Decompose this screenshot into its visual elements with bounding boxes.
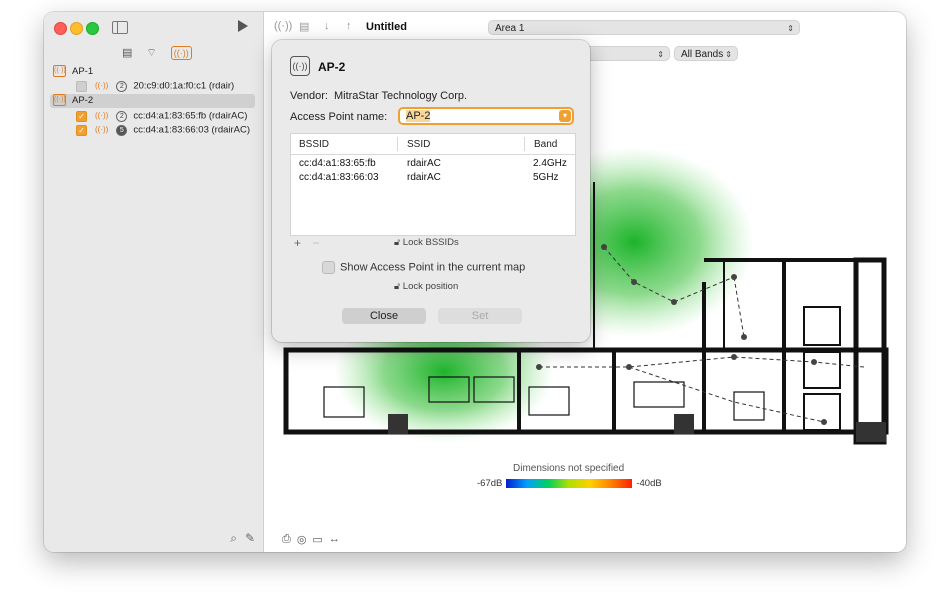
search-icon[interactable]: ⌕ [230, 531, 237, 546]
tree-item-ap2[interactable]: ((·)) AP-2 [50, 94, 255, 108]
ruler-icon[interactable]: ▭ [312, 533, 322, 546]
lock-bssids-label: Lock BSSIDs [402, 237, 459, 248]
lock-position-label: Lock position [402, 281, 459, 292]
channel-badge: 2 [116, 110, 128, 122]
chevron-updown-icon: ⇕ [657, 50, 664, 59]
router-icon[interactable]: ▤ [122, 47, 132, 59]
legend-min-label: -67dB [477, 478, 503, 489]
play-icon[interactable] [238, 20, 248, 32]
chevron-updown-icon: ⇕ [725, 50, 732, 59]
tree-item-bssid[interactable]: ✓ ((·)) 2 cc:d4:a1:83:65:fb (rdairAC) [50, 109, 255, 123]
column-header-bssid[interactable]: BSSID [299, 139, 329, 150]
table-row[interactable]: cc:d4:a1:83:65:fb rdairAC 2.4GHz [291, 158, 575, 172]
tree-item-label: cc:d4:a1:83:66:03 (rdairAC) [133, 124, 251, 136]
access-point-icon: ((·)) [53, 65, 66, 78]
channel-badge: 2 [116, 80, 128, 92]
arrow-down-icon[interactable]: ↓ [324, 20, 330, 32]
area-select-value: Area 1 [495, 23, 525, 34]
band-select[interactable]: All Bands ⇕ [674, 46, 738, 61]
wifi-icon[interactable]: ⌔ [146, 47, 156, 59]
arrow-up-icon[interactable]: ↑ [346, 20, 352, 32]
legend-gradient-bar [506, 479, 633, 488]
ssid-cell: rdairAC [407, 172, 441, 183]
dimensions-label: Dimensions not specified [513, 463, 625, 474]
sidebar: ▤ ⌔ ((·)) ((·)) AP-1 ((·)) 2 20:c9:d0:1a:f0… [44, 12, 264, 552]
ap-name-label: Access Point name: [290, 111, 388, 123]
vendor-value: MitraStar Technology Corp. [333, 90, 468, 102]
band-select-value: All Bands [681, 49, 724, 60]
tree-item-label: 20:c9:d0:1a:f0:c1 (rdair) [133, 80, 235, 92]
camera-icon[interactable]: ◎ [297, 533, 307, 546]
table-actions: + − [294, 236, 319, 250]
vendor-row: Vendor: MitraStar Technology Corp. [290, 90, 467, 102]
tree-item-bssid[interactable]: ✓ ((·)) 5 cc:d4:a1:83:66:03 (rdairAC) [50, 123, 255, 137]
chevron-down-icon[interactable]: ▾ [559, 110, 571, 122]
bssid-checkbox[interactable]: ✓ [76, 124, 87, 136]
router-icon[interactable]: ▤ [299, 20, 309, 33]
signal-legend: -67dB -40dB [477, 478, 662, 489]
band-cell: 5GHz [533, 172, 559, 183]
table-header: BSSID SSID Band [291, 134, 575, 155]
bssid-cell: cc:d4:a1:83:65:fb [299, 158, 376, 169]
legend-max-label: -40dB [636, 478, 662, 489]
pencil-icon[interactable]: ✎ [245, 531, 255, 546]
add-bssid-button[interactable]: + [294, 236, 301, 250]
ap-name-field[interactable]: AP-2 ▾ [398, 107, 574, 125]
ssid-cell: rdairAC [407, 158, 441, 169]
sidebar-view-segment: ▤ ⌔ ((·)) [122, 46, 192, 60]
lock-bssids-toggle[interactable]: 🔓︎ Lock BSSIDs [394, 237, 459, 248]
signal-icon: ((·)) [95, 125, 109, 134]
access-point-icon: ((·)) [290, 56, 310, 76]
channel-badge: 5 [116, 124, 128, 136]
show-in-map-label: Show Access Point in the current map [340, 261, 526, 274]
close-button[interactable]: Close [342, 308, 426, 324]
lock-position-toggle[interactable]: 🔓︎ Lock position [394, 281, 458, 292]
signal-icon: ((·)) [95, 81, 109, 90]
band-cell: 2.4GHz [533, 158, 567, 169]
vendor-label: Vendor: [290, 90, 328, 102]
sidebar-toggle-icon[interactable] [112, 21, 128, 34]
show-in-map-checkbox[interactable] [322, 261, 335, 274]
access-point-icon: ((·)) [53, 94, 66, 107]
column-separator [524, 137, 525, 151]
resize-icon[interactable]: ↔ [329, 533, 340, 546]
lock-icon: 🔓︎ [394, 281, 401, 292]
tree-item-bssid[interactable]: ((·)) 2 20:c9:d0:1a:f0:c1 (rdair) [50, 79, 255, 93]
sidebar-bottom-bar: ⌕ ✎ [230, 531, 255, 546]
bssid-checkbox[interactable]: ✓ [76, 110, 87, 122]
column-header-band[interactable]: Band [534, 139, 557, 150]
tree-item-label: AP-1 [72, 66, 94, 77]
tree-item-label: cc:d4:a1:83:65:fb (rdairAC) [133, 110, 248, 122]
chevron-updown-icon: ⇕ [787, 24, 794, 33]
zoom-window-button[interactable] [86, 22, 99, 35]
show-in-map-row[interactable]: Show Access Point in the current map [322, 261, 525, 274]
lock-icon: 🔓︎ [394, 237, 401, 248]
access-point-icon[interactable]: ((·)) [274, 20, 292, 32]
map-bottom-toolbar: ⎙ ◎ ▭ ↔ [282, 533, 340, 546]
set-button[interactable]: Set [438, 308, 522, 324]
table-row[interactable]: cc:d4:a1:83:66:03 rdairAC 5GHz [291, 172, 575, 186]
print-icon[interactable]: ⎙ [282, 533, 291, 546]
access-point-icon[interactable]: ((·)) [170, 46, 192, 60]
column-header-ssid[interactable]: SSID [407, 139, 430, 150]
bssid-checkbox[interactable] [76, 80, 87, 92]
toolbar: ((·)) ▤ ↓ ↑ Untitled Area 1 ⇕ [264, 12, 906, 42]
bssid-cell: cc:d4:a1:83:66:03 [299, 172, 379, 183]
popover-title: AP-2 [318, 60, 346, 74]
column-separator [397, 137, 398, 151]
tree-item-ap1[interactable]: ((·)) AP-1 [50, 65, 255, 79]
tree-item-label: AP-2 [72, 95, 94, 106]
ap-name-value: AP-2 [406, 110, 431, 122]
area-select[interactable]: Area 1 ⇕ [488, 20, 800, 35]
remove-bssid-button[interactable]: − [312, 236, 319, 250]
close-window-button[interactable] [54, 22, 67, 35]
bssid-table: BSSID SSID Band cc:d4:a1:83:65:fb rdairA… [290, 133, 576, 236]
document-title: Untitled [366, 21, 407, 33]
minimize-window-button[interactable] [70, 22, 83, 35]
ap-popover: ((·)) AP-2 Vendor: MitraStar Technology … [272, 40, 590, 342]
signal-icon: ((·)) [95, 111, 109, 120]
